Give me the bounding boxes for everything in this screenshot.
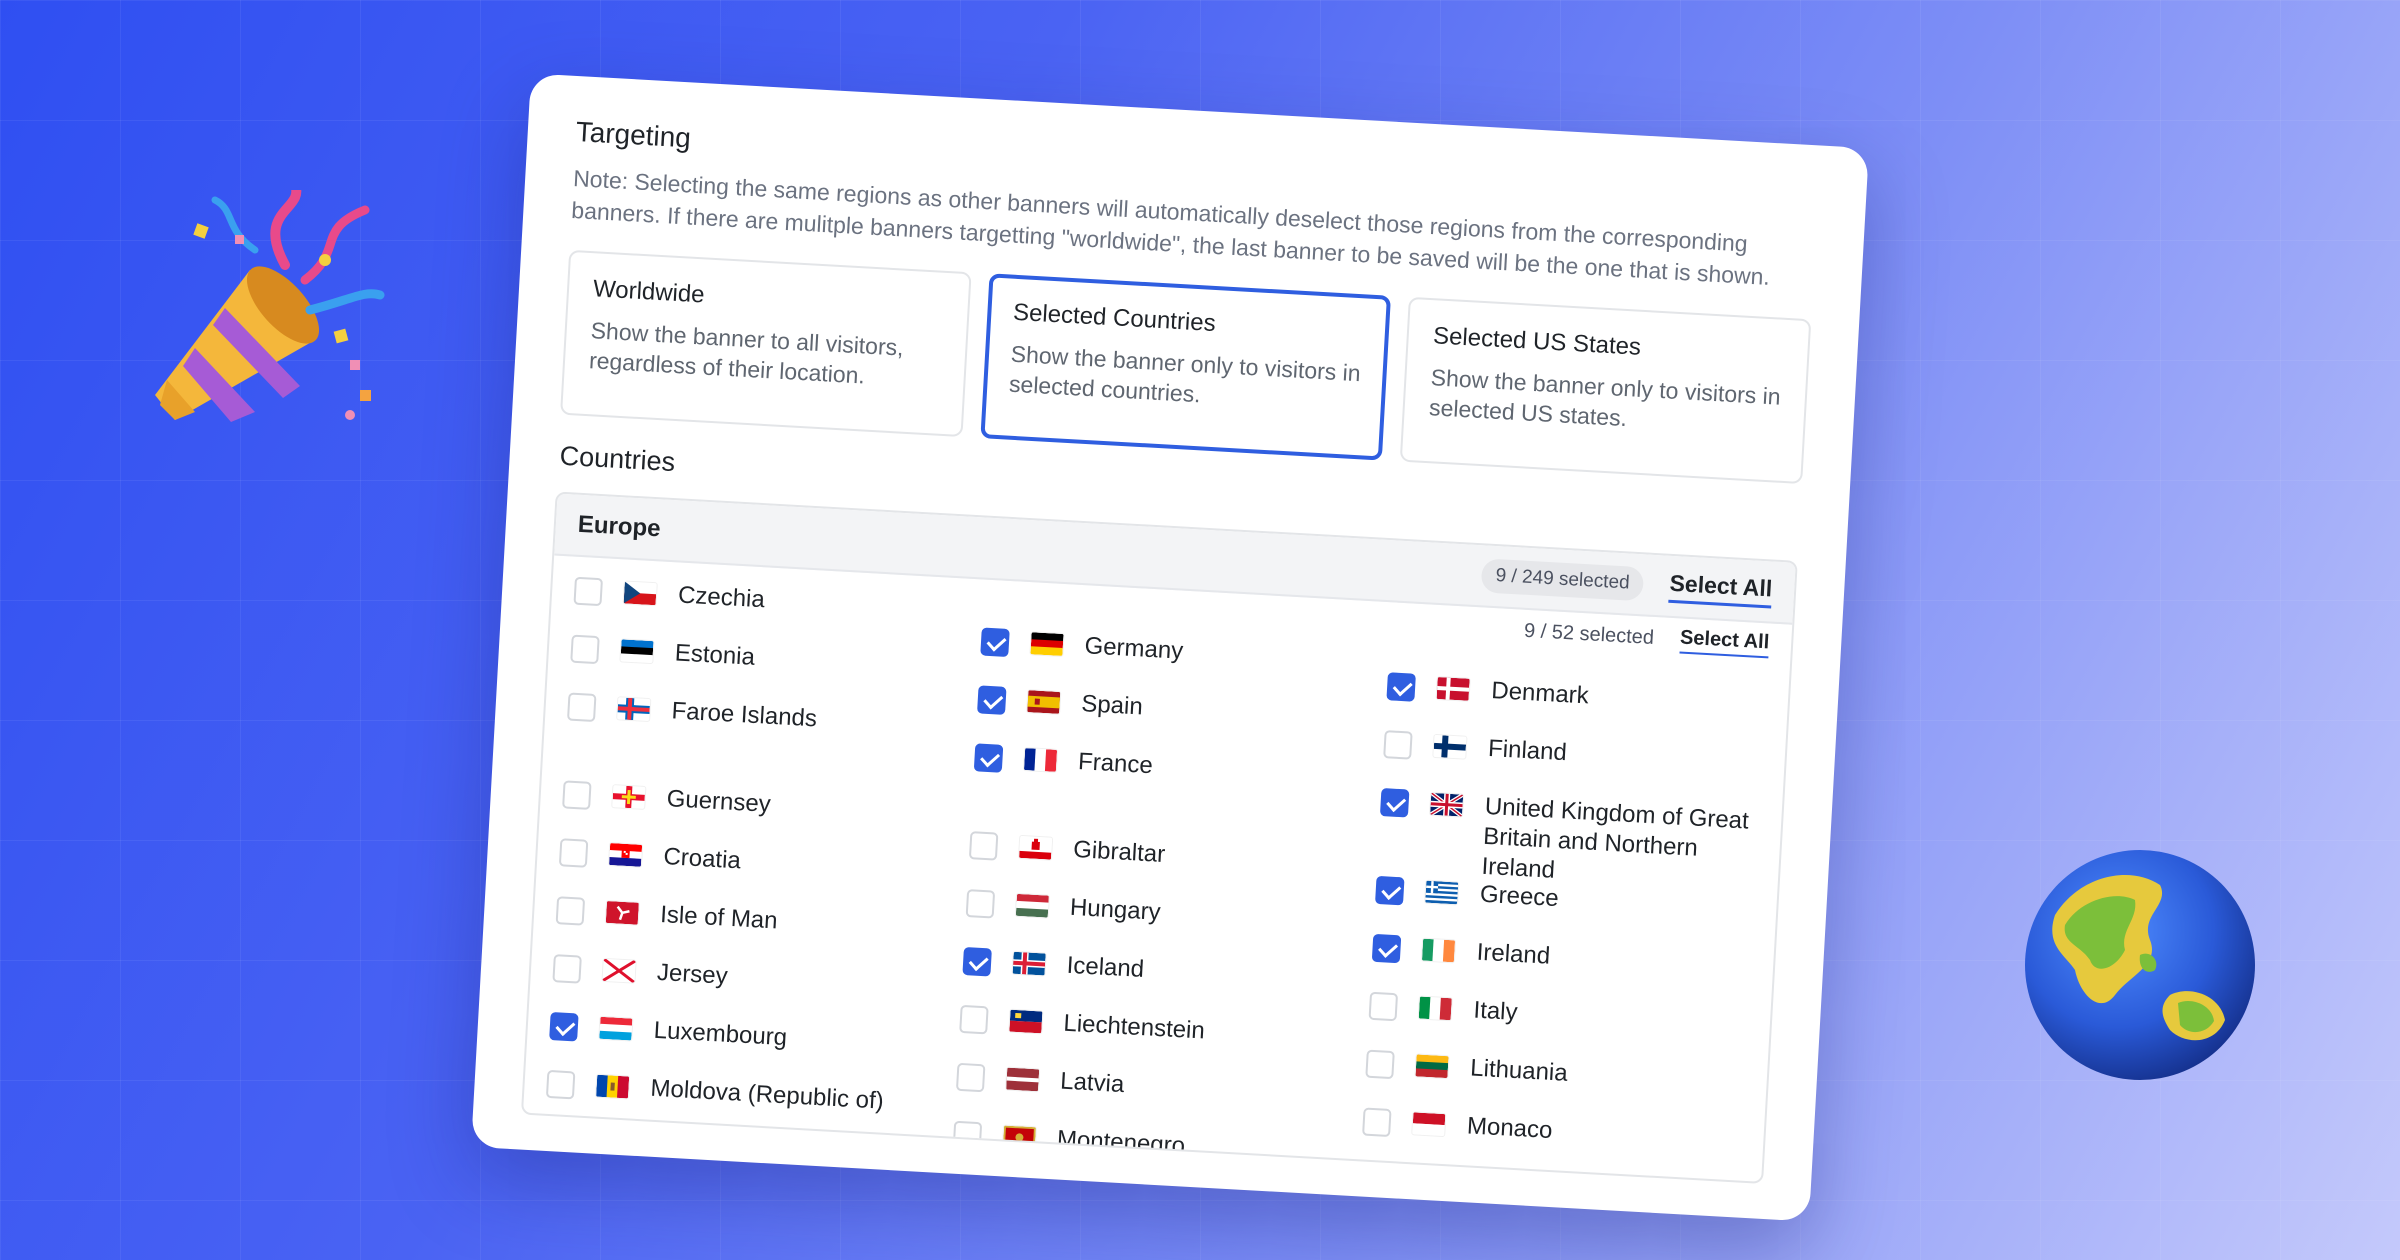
croatia-flag-icon	[608, 843, 643, 867]
country-checkbox[interactable]	[1365, 1049, 1396, 1080]
country-checkbox[interactable]	[555, 896, 586, 926]
country-checkbox[interactable]	[973, 743, 1003, 773]
country-label: Luxembourg	[653, 1016, 788, 1052]
iceland-flag-icon	[1012, 951, 1046, 976]
country-checkbox[interactable]	[573, 576, 603, 607]
czechia-flag-icon	[623, 581, 657, 606]
gibraltar-flag-icon	[1018, 835, 1052, 860]
italy-flag-icon	[1419, 996, 1453, 1021]
country-checkbox[interactable]	[566, 692, 597, 723]
country-label: Ireland	[1476, 938, 1551, 970]
isle-of-man-flag-icon	[605, 900, 639, 925]
targeting-card: Targeting Note: Selecting the same regio…	[471, 73, 1869, 1222]
france-flag-icon	[1023, 748, 1057, 772]
region-name: Europe	[577, 510, 662, 543]
country-label: Iceland	[1066, 951, 1145, 984]
country-checkbox[interactable]	[976, 685, 1007, 715]
country-label: Czechia	[677, 581, 766, 614]
country-checkbox[interactable]	[1386, 672, 1417, 702]
denmark-flag-icon	[1436, 677, 1471, 701]
country-column-2: Germany Spain France Gibraltar Hungary Icelan…	[950, 597, 1362, 1183]
finland-flag-icon	[1433, 734, 1467, 759]
country-label: Gibraltar	[1072, 835, 1166, 869]
country-label: Montenegro	[1056, 1125, 1186, 1160]
party-popper-icon	[155, 190, 385, 422]
country-checkbox[interactable]	[1362, 1107, 1392, 1138]
country-label: Finland	[1487, 734, 1568, 767]
uk-flag-icon	[1430, 792, 1464, 817]
jersey-flag-icon	[602, 958, 636, 983]
country-checkbox[interactable]	[558, 838, 589, 868]
country-label: Croatia	[662, 843, 742, 875]
option-title: Selected Countries	[1012, 298, 1217, 338]
country-checkbox[interactable]	[1383, 730, 1414, 760]
option-description: Show the banner only to visitors in sele…	[1428, 364, 1782, 432]
montenegro-flag-icon	[1002, 1125, 1036, 1150]
country-label: Latvia	[1059, 1067, 1125, 1099]
monaco-flag-icon	[1412, 1112, 1446, 1137]
liechtenstein-flag-icon	[1008, 1009, 1043, 1034]
country-checkbox[interactable]	[962, 946, 992, 977]
option-selected-countries[interactable]: Selected Countries Show the banner only …	[980, 273, 1392, 461]
option-description: Show the banner to all visitors, regardl…	[588, 317, 905, 389]
country-label: France	[1077, 748, 1154, 780]
country-checkbox[interactable]	[955, 1062, 986, 1093]
option-title: Selected US States	[1432, 322, 1642, 361]
country-checkbox[interactable]	[968, 831, 999, 861]
ireland-flag-icon	[1422, 938, 1456, 963]
luxembourg-flag-icon	[599, 1016, 633, 1041]
lithuania-flag-icon	[1415, 1054, 1449, 1079]
country-checkbox[interactable]	[1359, 1165, 1389, 1184]
country-checkbox[interactable]	[1368, 991, 1399, 1022]
country-checkbox[interactable]	[1375, 875, 1405, 906]
option-worldwide[interactable]: Worldwide Show the banner to all visitor…	[560, 249, 972, 438]
option-selected-us-states[interactable]: Selected US States Show the banner only …	[1400, 296, 1812, 485]
targeting-options: Worldwide Show the banner to all visitor…	[560, 249, 1812, 485]
faroe-flag-icon	[617, 697, 651, 722]
option-description: Show the banner only to visitors in sele…	[1008, 340, 1362, 408]
country-label: Guernsey	[666, 785, 772, 818]
country-label: Hungary	[1069, 893, 1162, 926]
total-selected-badge: 9 / 249 selected	[1480, 558, 1645, 602]
countries-panel: Europe 9 / 249 selected Select All 9 / 5…	[520, 491, 1798, 1184]
select-all-countries-button[interactable]: Select All	[1668, 569, 1773, 608]
country-label: Italy	[1472, 996, 1519, 1026]
country-label: Denmark	[1490, 677, 1590, 710]
country-label: Monaco	[1466, 1112, 1554, 1145]
country-column-3: Denmark Finland United Kingdom of Great Br…	[1358, 620, 1770, 1184]
option-title: Worldwide	[592, 275, 706, 309]
country-checkbox[interactable]	[965, 889, 995, 919]
country-label: Isle of Man	[659, 900, 779, 935]
country-label: Lithuania	[1469, 1054, 1569, 1087]
globe-icon	[2025, 850, 2255, 1080]
country-label: Greece	[1479, 880, 1560, 913]
north-macedonia-flag-icon	[1409, 1170, 1443, 1184]
country-checkbox[interactable]	[979, 627, 1010, 657]
country-checkbox[interactable]	[952, 1120, 982, 1151]
country-label: Jersey	[656, 958, 729, 990]
latvia-flag-icon	[1005, 1067, 1039, 1092]
country-checkbox[interactable]	[552, 954, 582, 984]
spain-flag-icon	[1026, 690, 1061, 714]
country-checkbox[interactable]	[1372, 933, 1402, 964]
country-checkbox[interactable]	[562, 780, 592, 810]
estonia-flag-icon	[620, 639, 654, 664]
country-checkbox[interactable]	[570, 634, 600, 665]
germany-flag-icon	[1030, 632, 1064, 656]
greece-flag-icon	[1425, 880, 1459, 905]
country-column-1: Czechia Estonia Faroe Islands Guernsey Croat…	[542, 575, 954, 1184]
country-label: Spain	[1080, 690, 1144, 721]
country-checkbox[interactable]	[545, 1069, 576, 1100]
hungary-flag-icon	[1015, 893, 1049, 918]
guernsey-flag-icon	[612, 785, 646, 809]
country-checkbox[interactable]	[958, 1004, 989, 1035]
country-checkbox[interactable]	[1380, 788, 1410, 818]
country-columns: Czechia Estonia Faroe Islands Guernsey Croat…	[542, 575, 1770, 1184]
country-checkbox[interactable]	[549, 1011, 579, 1042]
country-label: Germany	[1083, 632, 1184, 665]
moldova-flag-icon	[596, 1074, 630, 1099]
country-label: Estonia	[674, 639, 756, 671]
